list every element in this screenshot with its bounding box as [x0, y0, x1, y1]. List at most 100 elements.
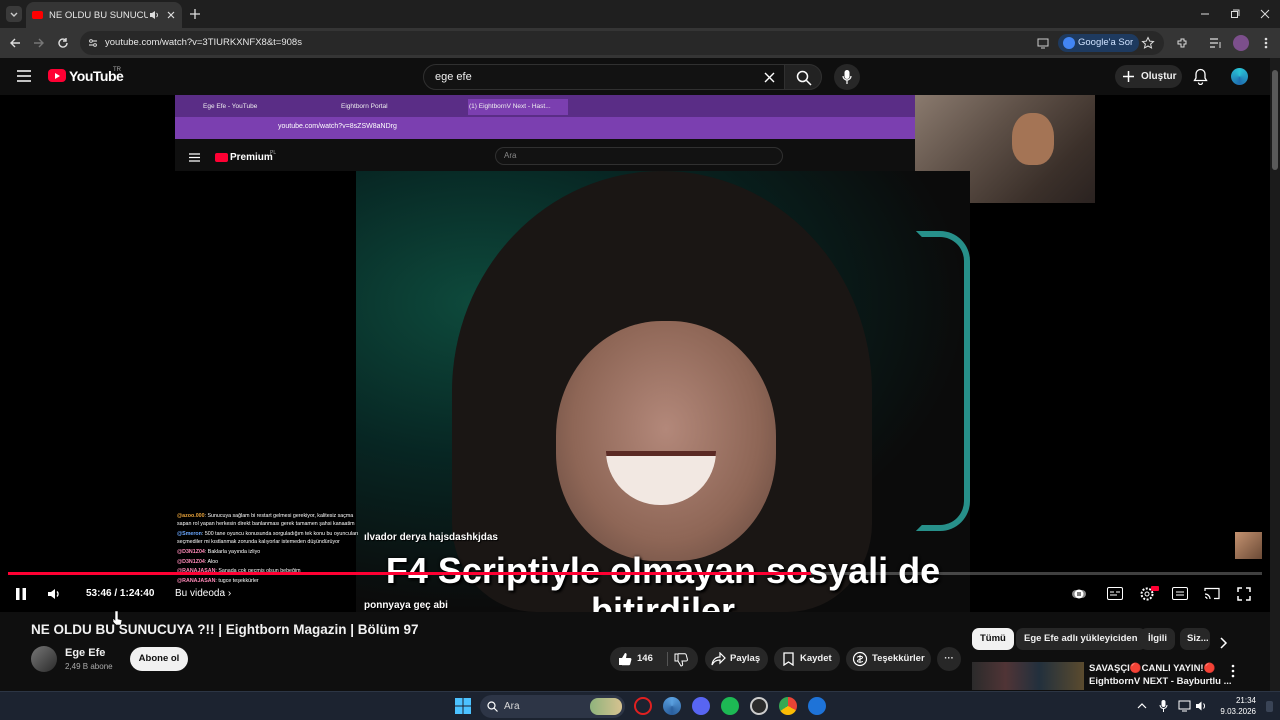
tray-chevron-up-icon[interactable]: [1137, 702, 1147, 710]
country-code: TR: [113, 67, 121, 73]
hamburger-menu-icon[interactable]: [17, 70, 31, 82]
channel-name[interactable]: Ege Efe: [65, 647, 105, 659]
progress-bar[interactable]: [8, 572, 1262, 575]
url-text[interactable]: youtube.com/watch?v=3TIURKXNFX8&t=908s: [105, 37, 302, 48]
restore-icon[interactable]: [1229, 8, 1241, 20]
clear-search-icon[interactable]: [764, 72, 775, 83]
extensions-icon[interactable]: [1175, 36, 1189, 50]
google-g-icon: [1063, 37, 1075, 49]
chrome-icon[interactable]: [779, 697, 797, 715]
reload-icon[interactable]: [56, 36, 70, 50]
close-tab-icon[interactable]: [166, 10, 176, 20]
save-button[interactable]: Kaydet: [774, 647, 840, 671]
bookmark-icon: [783, 652, 794, 666]
recommendation-title[interactable]: SAVAŞÇI🔴CANLI YAYIN!🔴: [1089, 663, 1215, 674]
system-clock[interactable]: 21:34 9.03.2026: [1216, 695, 1256, 717]
chevron-down-icon: [10, 12, 18, 17]
thanks-button[interactable]: Teşekkürler: [846, 647, 931, 671]
clock-date: 9.03.2026: [1220, 707, 1256, 716]
autoplay-toggle-icon[interactable]: [1072, 587, 1086, 601]
browser-tab-active[interactable]: NE OLDU BU SUNUCUYA ?!! | Eightborn Maga…: [26, 2, 182, 28]
video-player[interactable]: Ege Efe - YouTube Eightborn Portal (1) E…: [0, 95, 1270, 612]
share-button[interactable]: Paylaş: [705, 647, 768, 671]
chat-message: @D3N1Z04: Aloo: [177, 558, 362, 566]
chat-message: @Smeron: 500 tane oyuncu konusunda sorgu…: [177, 530, 362, 546]
volume-icon[interactable]: [47, 587, 63, 601]
notification-center-icon[interactable]: [1266, 701, 1273, 712]
search-button[interactable]: [784, 64, 822, 90]
filter-chip[interactable]: İlgili: [1140, 628, 1175, 650]
page-scrollbar[interactable]: [1270, 58, 1280, 691]
recommendation-thumbnail[interactable]: [972, 662, 1084, 690]
embedded-hamburger-icon: [189, 153, 200, 162]
address-bar[interactable]: youtube.com/watch?v=3TIURKXNFX8&t=908s G…: [80, 31, 1164, 55]
app-sphere-icon[interactable]: [663, 697, 681, 715]
taskbar-search[interactable]: Ara: [480, 695, 625, 718]
tray-microphone-icon[interactable]: [1159, 699, 1168, 713]
player-controls: 53:46 / 1:24:40 Bu videoda ›: [0, 580, 1270, 608]
kebab-menu-icon[interactable]: [1261, 36, 1271, 50]
channel-watermark[interactable]: [1235, 532, 1262, 559]
bookmark-star-icon[interactable]: [1141, 36, 1155, 50]
windows-taskbar: Ara 21:34 9.03.2026: [0, 691, 1280, 720]
speaker-icon[interactable]: [148, 9, 160, 21]
chapter-button[interactable]: Bu videoda ›: [175, 588, 231, 599]
filter-chip[interactable]: Tümü: [972, 628, 1014, 650]
site-info-icon[interactable]: [87, 37, 99, 49]
forward-arrow-icon[interactable]: [32, 36, 46, 50]
fullscreen-icon[interactable]: [1237, 587, 1251, 601]
embedded-premium-country: PL: [270, 150, 277, 156]
minimize-icon[interactable]: [1199, 8, 1211, 20]
taskbar-search-icon: [487, 701, 498, 712]
steam-icon[interactable]: [750, 697, 768, 715]
google-lens-button[interactable]: Google'a Sor: [1058, 34, 1140, 52]
cast-icon[interactable]: [1204, 587, 1220, 600]
back-arrow-icon[interactable]: [8, 36, 22, 50]
cast-tab-icon[interactable]: [1037, 37, 1049, 49]
dislike-thumb-icon[interactable]: [674, 653, 688, 667]
embedded-premium-label: Premium: [230, 152, 273, 163]
like-thumb-icon[interactable]: [618, 652, 632, 666]
channel-avatar[interactable]: [31, 646, 57, 672]
recommendation-channel[interactable]: EightbornV NEXT - Bayburtlu ...: [1089, 676, 1232, 687]
theater-mode-icon[interactable]: [1172, 587, 1188, 600]
more-actions-button[interactable]: ···: [937, 647, 961, 671]
pause-icon[interactable]: [14, 587, 28, 601]
recommendation-menu-icon[interactable]: [1230, 664, 1236, 678]
tray-network-icon[interactable]: [1178, 700, 1191, 712]
spotify-icon[interactable]: [721, 697, 739, 715]
filter-chip[interactable]: Ege Efe adlı yükleyiciden: [1016, 628, 1146, 650]
settings-gear-icon[interactable]: [1139, 585, 1159, 602]
opera-icon[interactable]: [634, 697, 652, 715]
tray-speaker-icon[interactable]: [1195, 700, 1208, 712]
create-label: Oluştur: [1141, 71, 1177, 82]
embedded-tab: (1) EightbornV Next - Hast...: [468, 99, 568, 115]
live-chat-overlay: @azoo.000: Sunucuya sağlam bi restart ge…: [177, 512, 362, 587]
create-button[interactable]: Oluştur: [1115, 65, 1182, 88]
discord-icon[interactable]: [692, 697, 710, 715]
youtube-logo-icon[interactable]: [48, 69, 66, 82]
voice-search-button[interactable]: [834, 64, 860, 90]
close-window-icon[interactable]: [1259, 8, 1271, 20]
subscribe-button[interactable]: Abone ol: [130, 647, 188, 671]
chips-next-chevron-icon[interactable]: [1218, 637, 1228, 649]
filter-chip[interactable]: Siz...: [1180, 628, 1210, 650]
search-highlight-icon: [590, 698, 622, 715]
app-blue-icon[interactable]: [808, 697, 826, 715]
taskbar-search-placeholder: Ara: [504, 701, 520, 712]
account-avatar[interactable]: [1231, 68, 1248, 85]
windows-start-icon[interactable]: [455, 698, 471, 714]
search-input[interactable]: ege efe: [423, 64, 785, 90]
embedded-url: youtube.com/watch?v=8sZSW8aNDrg: [278, 123, 397, 130]
search-query[interactable]: ege efe: [435, 71, 472, 83]
embedded-tab: Ege Efe - YouTube: [203, 103, 258, 110]
embedded-address-bar: youtube.com/watch?v=8sZSW8aNDrg: [175, 117, 915, 139]
media-control-icon[interactable]: [1209, 36, 1223, 50]
notifications-bell-icon[interactable]: [1193, 68, 1208, 85]
tab-search-button[interactable]: [6, 6, 22, 22]
subtitles-icon[interactable]: [1107, 587, 1123, 600]
scrollbar-thumb[interactable]: [1272, 70, 1278, 170]
new-tab-plus-icon[interactable]: [189, 8, 201, 20]
like-count[interactable]: 146: [637, 647, 653, 671]
profile-avatar[interactable]: [1233, 35, 1249, 51]
